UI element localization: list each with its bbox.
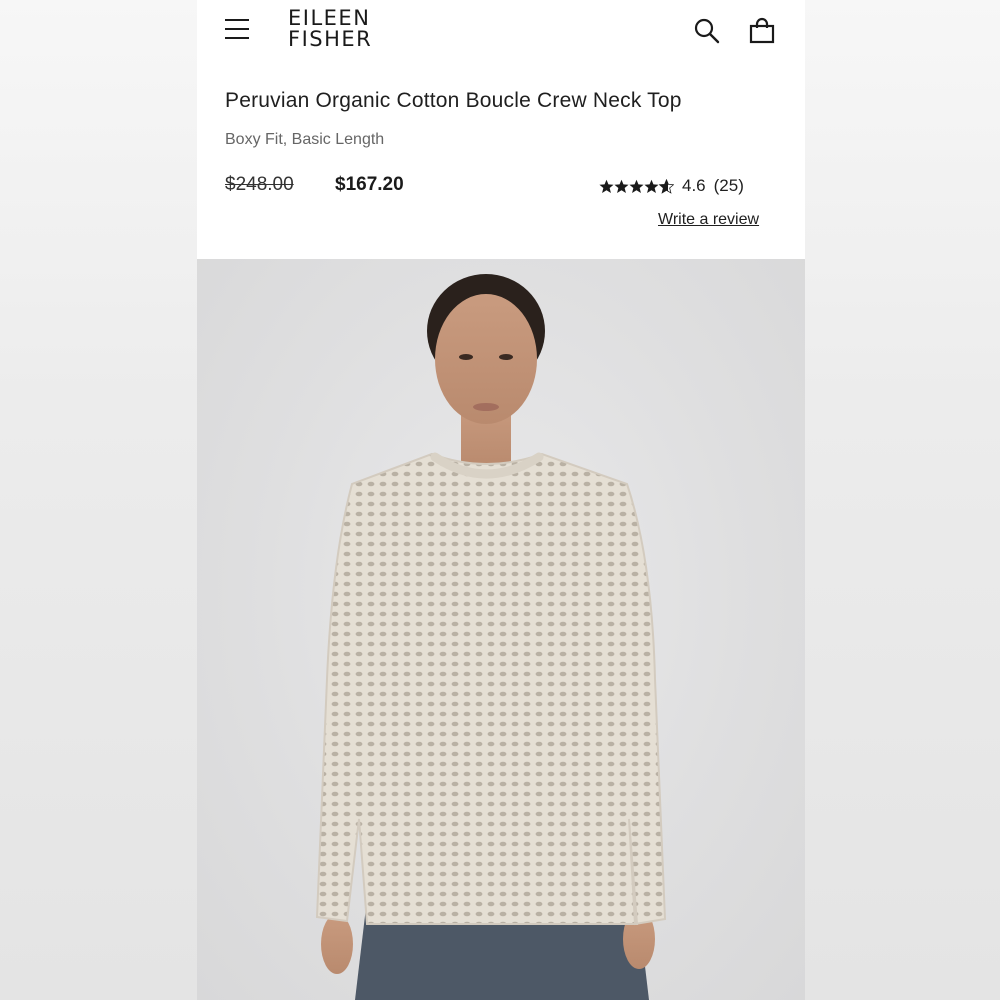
brand-logo-line1: EILEEN <box>288 6 371 30</box>
rating-stars <box>599 178 674 194</box>
search-icon[interactable] <box>694 18 720 44</box>
sale-price: $167.20 <box>335 174 404 195</box>
brand-logo[interactable]: EILEEN FISHER <box>288 8 372 50</box>
product-title: Peruvian Organic Cotton Boucle Crew Neck… <box>225 89 682 112</box>
product-rating[interactable]: 4.6 (25) <box>599 176 744 196</box>
write-review-link[interactable]: Write a review <box>658 211 759 229</box>
rating-count: (25) <box>713 176 744 195</box>
site-header: EILEEN FISHER <box>197 0 805 70</box>
sweater <box>315 452 667 926</box>
product-page: EILEEN FISHER Peruvian Organic Cotton Bo… <box>197 0 805 1000</box>
partial-star-icon <box>659 178 674 194</box>
model-illustration <box>315 274 667 1000</box>
star-icon <box>614 179 629 193</box>
shopping-bag-icon[interactable] <box>748 17 776 45</box>
original-price: $248.00 <box>225 174 294 195</box>
star-icon <box>599 179 614 193</box>
star-icon <box>644 179 659 193</box>
brand-logo-line2: FISHER <box>288 27 373 51</box>
product-fit: Boxy Fit, Basic Length <box>225 131 385 148</box>
product-image[interactable] <box>197 259 805 1000</box>
rating-value: 4.6 <box>682 176 706 195</box>
star-icon <box>629 179 644 193</box>
hamburger-menu-icon[interactable] <box>225 17 251 41</box>
